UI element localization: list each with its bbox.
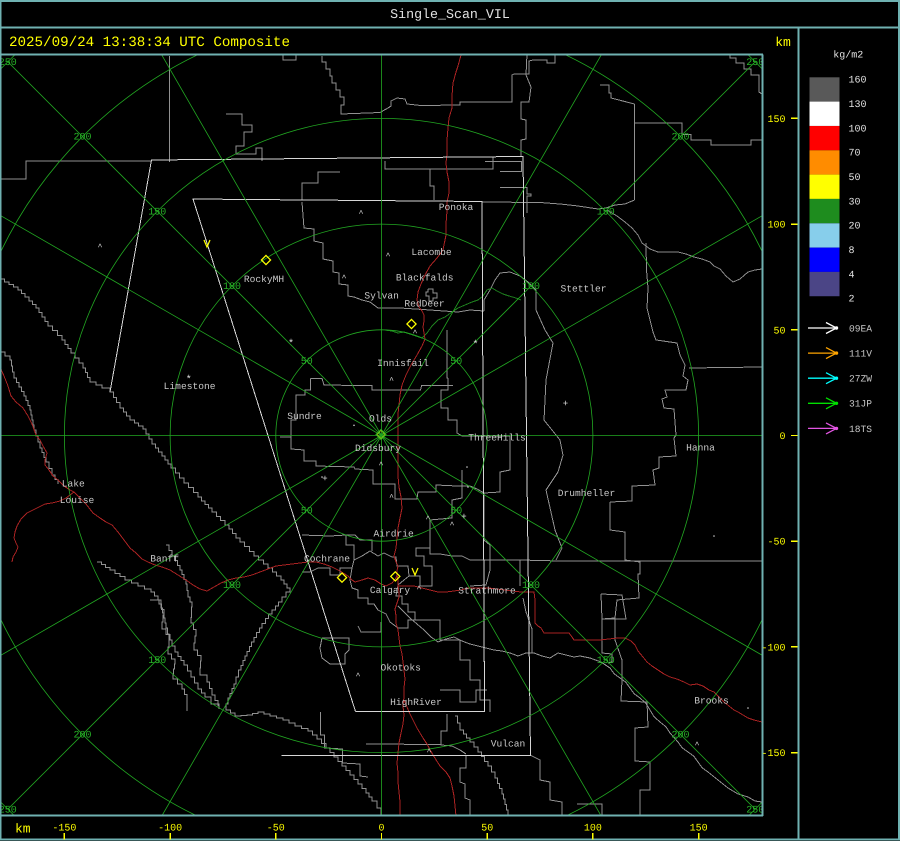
svg-text:^: ^ bbox=[695, 741, 700, 750]
svg-text:*: * bbox=[472, 339, 478, 351]
svg-text:-50: -50 bbox=[767, 538, 785, 549]
svg-text:8: 8 bbox=[849, 246, 855, 257]
svg-text:Calgary: Calgary bbox=[370, 585, 411, 596]
svg-text:50: 50 bbox=[481, 824, 493, 835]
svg-text:30: 30 bbox=[849, 197, 861, 208]
svg-text:Hanna: Hanna bbox=[686, 442, 715, 453]
svg-text:-100: -100 bbox=[761, 643, 785, 654]
svg-text:150: 150 bbox=[148, 656, 166, 667]
svg-text:Didsbury: Didsbury bbox=[355, 443, 401, 454]
svg-text:RedDeer: RedDeer bbox=[404, 298, 444, 309]
svg-text:150: 150 bbox=[767, 115, 785, 126]
svg-text:100: 100 bbox=[849, 124, 867, 135]
svg-text:Okotoks: Okotoks bbox=[381, 663, 421, 674]
svg-text:100: 100 bbox=[223, 581, 241, 592]
svg-text:200: 200 bbox=[671, 731, 689, 742]
svg-text:31JP: 31JP bbox=[849, 399, 872, 410]
svg-text:+: + bbox=[461, 512, 466, 522]
svg-text:100: 100 bbox=[767, 221, 785, 232]
svg-text:RockyMH: RockyMH bbox=[244, 274, 284, 285]
svg-text:^: ^ bbox=[426, 515, 431, 524]
svg-text:Banff: Banff bbox=[150, 553, 179, 564]
svg-text:Olds: Olds bbox=[369, 414, 392, 425]
svg-text:100: 100 bbox=[522, 581, 540, 592]
svg-text:150: 150 bbox=[690, 824, 708, 835]
svg-text:100: 100 bbox=[522, 282, 540, 293]
svg-text:2025/09/24 13:38:34 UTC Compos: 2025/09/24 13:38:34 UTC Composite bbox=[9, 35, 290, 51]
svg-text:+: + bbox=[563, 399, 568, 409]
svg-text:Stettler: Stettler bbox=[560, 283, 606, 294]
svg-text:50: 50 bbox=[849, 173, 861, 184]
svg-text:kg/m2: kg/m2 bbox=[833, 50, 863, 62]
svg-text:0: 0 bbox=[779, 432, 785, 443]
svg-text:^: ^ bbox=[379, 461, 384, 470]
svg-text:^: ^ bbox=[386, 252, 391, 261]
svg-text:18TS: 18TS bbox=[849, 424, 872, 435]
svg-text:^: ^ bbox=[450, 521, 455, 530]
svg-text:20: 20 bbox=[849, 222, 861, 233]
svg-text:Strathmore: Strathmore bbox=[458, 585, 516, 596]
svg-text:Sundre: Sundre bbox=[287, 411, 322, 422]
svg-text:100: 100 bbox=[223, 282, 241, 293]
svg-text:130: 130 bbox=[849, 100, 867, 111]
svg-text:250: 250 bbox=[0, 58, 17, 69]
svg-text:*: * bbox=[288, 338, 294, 350]
svg-text:150: 150 bbox=[597, 656, 615, 667]
svg-text:0: 0 bbox=[378, 824, 384, 835]
svg-text:-100: -100 bbox=[158, 824, 182, 835]
svg-text:50: 50 bbox=[773, 326, 785, 337]
svg-text:200: 200 bbox=[73, 731, 91, 742]
svg-text:+: + bbox=[322, 474, 327, 484]
svg-text:50: 50 bbox=[301, 506, 313, 517]
svg-text:^: ^ bbox=[417, 585, 422, 594]
svg-text:4: 4 bbox=[849, 270, 855, 281]
svg-text:27ZW: 27ZW bbox=[849, 374, 872, 385]
svg-text:^: ^ bbox=[98, 243, 103, 252]
svg-text:-150: -150 bbox=[761, 749, 785, 760]
svg-text:Vulcan: Vulcan bbox=[491, 738, 526, 749]
svg-text:*: * bbox=[186, 374, 192, 386]
svg-text:100: 100 bbox=[584, 824, 602, 835]
svg-text:160: 160 bbox=[849, 76, 867, 87]
svg-text:^: ^ bbox=[359, 210, 364, 219]
svg-text:50: 50 bbox=[450, 357, 462, 368]
svg-text:Single_Scan_VIL: Single_Scan_VIL bbox=[390, 7, 510, 22]
svg-text:Sylvan: Sylvan bbox=[364, 291, 399, 302]
svg-text:70: 70 bbox=[849, 149, 861, 160]
svg-text:09EA: 09EA bbox=[849, 323, 872, 334]
svg-text:Blackfalds: Blackfalds bbox=[396, 272, 454, 283]
svg-text:Lacombe: Lacombe bbox=[411, 247, 452, 258]
svg-text:111V: 111V bbox=[849, 349, 872, 360]
svg-text:^: ^ bbox=[427, 748, 432, 757]
svg-text:Brooks: Brooks bbox=[694, 696, 729, 707]
svg-text:150: 150 bbox=[148, 208, 166, 219]
svg-text:Louise: Louise bbox=[60, 495, 95, 506]
svg-text:^: ^ bbox=[389, 494, 394, 503]
svg-text:Lake: Lake bbox=[62, 479, 85, 490]
svg-text:150: 150 bbox=[597, 208, 615, 219]
svg-text:km: km bbox=[775, 35, 791, 50]
svg-text:50: 50 bbox=[301, 357, 313, 368]
svg-text:^: ^ bbox=[342, 274, 347, 283]
svg-text:200: 200 bbox=[73, 133, 91, 144]
svg-text:ThreeHills: ThreeHills bbox=[468, 432, 526, 443]
svg-text:km: km bbox=[15, 822, 31, 837]
svg-text:-50: -50 bbox=[267, 824, 285, 835]
svg-text:-150: -150 bbox=[52, 824, 76, 835]
svg-text:Ponoka: Ponoka bbox=[439, 202, 474, 213]
svg-text:Innisfail: Innisfail bbox=[377, 358, 429, 369]
svg-text:Airdrie: Airdrie bbox=[373, 529, 414, 540]
svg-text:Drumheller: Drumheller bbox=[558, 488, 616, 499]
svg-text:200: 200 bbox=[671, 133, 689, 144]
svg-text:2: 2 bbox=[849, 295, 855, 306]
svg-text:^: ^ bbox=[413, 329, 418, 338]
svg-text:^: ^ bbox=[389, 377, 394, 386]
svg-text:Cochrane: Cochrane bbox=[304, 554, 350, 565]
svg-text:^: ^ bbox=[356, 672, 361, 681]
svg-text:HighRiver: HighRiver bbox=[390, 697, 442, 708]
